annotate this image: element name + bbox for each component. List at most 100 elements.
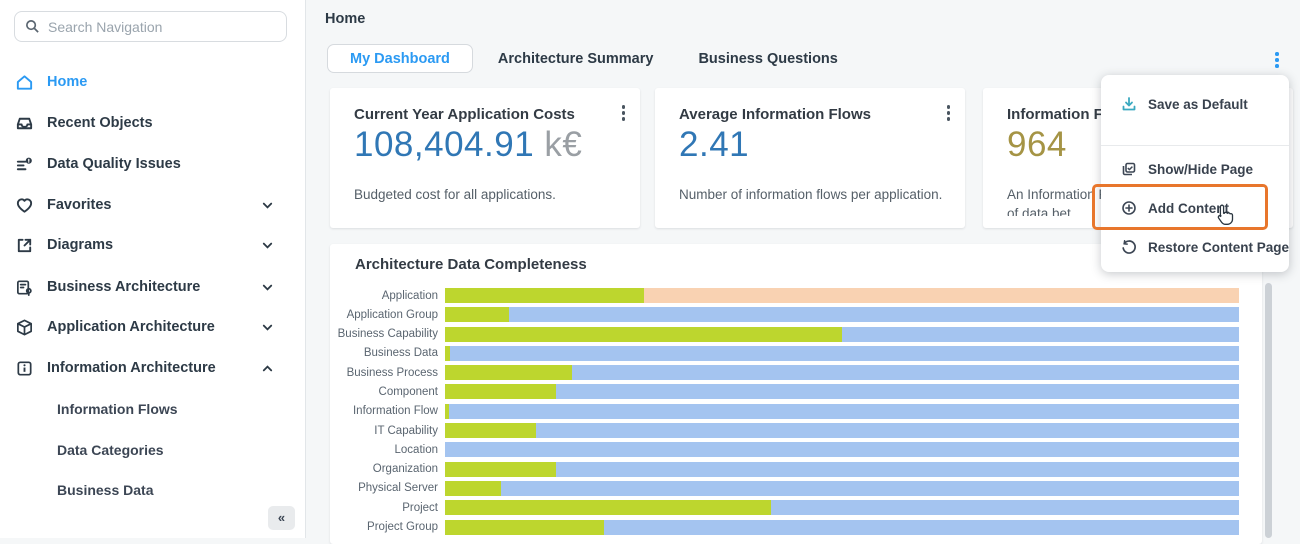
sidebar-item-label: Application Architecture bbox=[47, 319, 215, 335]
chart-row-label: IT Capability bbox=[330, 425, 445, 437]
chart-bar-complete-segment bbox=[445, 327, 842, 342]
home-icon bbox=[14, 72, 34, 92]
chart-bar[interactable] bbox=[445, 462, 1239, 477]
chart-bar[interactable] bbox=[445, 288, 1239, 303]
sidebar-item-data-categories[interactable]: Data Categories bbox=[57, 435, 277, 465]
sidebar-item-data-quality-issues[interactable]: Data Quality Issues bbox=[14, 149, 292, 179]
chart-bar-complete-segment bbox=[445, 365, 572, 380]
card-kebab-icon[interactable] bbox=[944, 102, 954, 124]
sidebar-item-favorites[interactable]: Favorites bbox=[14, 190, 292, 220]
sidebar-item-business-architecture[interactable]: Business Architecture bbox=[14, 272, 292, 302]
chart-bar[interactable] bbox=[445, 346, 1239, 361]
sidebar-subitem-label: Information Flows bbox=[57, 401, 178, 417]
chart-bar-complete-segment bbox=[445, 288, 644, 303]
sidebar-item-label: Home bbox=[47, 74, 87, 90]
chart-bar[interactable] bbox=[445, 500, 1239, 515]
chart-row: Project Group bbox=[330, 520, 1262, 535]
sidebar-collapse-button[interactable]: « bbox=[268, 506, 295, 530]
chart-row-label: Information Flow bbox=[330, 405, 445, 417]
chart-row-label: Project Group bbox=[330, 521, 445, 533]
kpi-card-application-costs: Current Year Application Costs 108,404.9… bbox=[330, 88, 640, 228]
chart-row: Organization bbox=[330, 462, 1262, 477]
chart-row: Information Flow bbox=[330, 404, 1262, 419]
kpi-description: Budgeted cost for all applications. bbox=[354, 185, 556, 204]
chart-bar[interactable] bbox=[445, 384, 1239, 399]
sidebar-item-home[interactable]: Home bbox=[14, 67, 292, 97]
data-quality-icon bbox=[14, 154, 34, 174]
kpi-value: 108,404.91 k€ bbox=[354, 125, 582, 165]
chart-row: IT Capability bbox=[330, 423, 1262, 438]
sidebar-item-diagrams[interactable]: Diagrams bbox=[14, 230, 292, 260]
kpi-value: 2.41 bbox=[679, 125, 749, 165]
chart-bar-complete-segment bbox=[445, 307, 509, 322]
chart-row-label: Business Capability bbox=[330, 328, 445, 340]
show-hide-icon bbox=[1120, 160, 1138, 178]
chart-row-label: Project bbox=[330, 502, 445, 514]
chart-row-label: Organization bbox=[330, 463, 445, 475]
tab-architecture-summary[interactable]: Architecture Summary bbox=[498, 51, 654, 67]
sidebar: Home Recent Objects Data Quality Issues … bbox=[0, 0, 306, 538]
search-input[interactable] bbox=[48, 19, 276, 35]
chart-rows: Application Application Group Business Cap… bbox=[330, 288, 1262, 539]
kpi-description: Number of information flows per applicat… bbox=[679, 185, 942, 204]
chart-row: Project bbox=[330, 500, 1262, 515]
chart-bar[interactable] bbox=[445, 481, 1239, 496]
page-options-menu: Save as Default Show/Hide Page Add Conte… bbox=[1101, 75, 1289, 272]
chart-bar[interactable] bbox=[445, 327, 1239, 342]
chart-bar-complete-segment bbox=[445, 500, 771, 515]
chart-card: Architecture Data Completeness Applicati… bbox=[330, 244, 1262, 544]
chart-row: Physical Server bbox=[330, 481, 1262, 496]
page-title: Home bbox=[325, 11, 365, 27]
chart-row-label: Component bbox=[330, 386, 445, 398]
vertical-scrollbar[interactable] bbox=[1265, 283, 1272, 538]
chart-bar[interactable] bbox=[445, 365, 1239, 380]
page-options-kebab-icon[interactable] bbox=[1272, 49, 1282, 71]
chart-row-label: Business Data bbox=[330, 347, 445, 359]
sidebar-item-business-data[interactable]: Business Data bbox=[57, 475, 277, 505]
chart-bar-complete-segment bbox=[445, 462, 556, 477]
chart-row-label: Application bbox=[330, 290, 445, 302]
chart-bar-complete-segment bbox=[445, 404, 449, 419]
chart-row-label: Business Process bbox=[330, 367, 445, 379]
sidebar-item-label: Favorites bbox=[47, 197, 111, 213]
chart-bar-complete-segment bbox=[445, 346, 450, 361]
search-box[interactable] bbox=[14, 11, 287, 42]
chart-row: Business Capability bbox=[330, 327, 1262, 342]
chart-bar-complete-segment bbox=[445, 481, 501, 496]
menu-divider bbox=[1101, 145, 1289, 146]
sidebar-item-label: Information Architecture bbox=[47, 360, 216, 376]
chart-bar[interactable] bbox=[445, 307, 1239, 322]
chart-bar[interactable] bbox=[445, 423, 1239, 438]
chevron-down-icon[interactable] bbox=[261, 199, 274, 212]
chart-row: Location bbox=[330, 442, 1262, 457]
save-default-icon bbox=[1120, 95, 1138, 113]
menu-item-save-as-default[interactable]: Save as Default bbox=[1101, 90, 1289, 118]
sidebar-subitem-label: Data Categories bbox=[57, 442, 164, 458]
tab-my-dashboard[interactable]: My Dashboard bbox=[327, 44, 473, 73]
chevron-down-icon[interactable] bbox=[261, 239, 274, 252]
chart-row-label: Location bbox=[330, 444, 445, 456]
chart-bar[interactable] bbox=[445, 442, 1239, 457]
tab-business-questions[interactable]: Business Questions bbox=[698, 51, 837, 67]
sidebar-item-information-architecture[interactable]: Information Architecture bbox=[14, 353, 292, 383]
chart-row-label: Application Group bbox=[330, 309, 445, 321]
chevron-down-icon[interactable] bbox=[261, 281, 274, 294]
chart-row: Business Data bbox=[330, 346, 1262, 361]
kpi-description-clipped: of data bet bbox=[1007, 206, 1071, 216]
menu-item-restore-content-page[interactable]: Restore Content Page bbox=[1101, 233, 1289, 261]
sidebar-item-recent-objects[interactable]: Recent Objects bbox=[14, 108, 292, 138]
chart-row: Business Process bbox=[330, 365, 1262, 380]
chart-bar[interactable] bbox=[445, 404, 1239, 419]
sidebar-item-application-architecture[interactable]: Application Architecture bbox=[14, 312, 292, 342]
chart-row: Application Group bbox=[330, 307, 1262, 322]
chevron-down-icon[interactable] bbox=[261, 321, 274, 334]
kpi-unit: k€ bbox=[534, 125, 582, 164]
card-kebab-icon[interactable] bbox=[619, 102, 629, 124]
menu-item-show-hide-page[interactable]: Show/Hide Page bbox=[1101, 155, 1289, 183]
chart-bar[interactable] bbox=[445, 520, 1239, 535]
sidebar-item-information-flows[interactable]: Information Flows bbox=[57, 394, 277, 424]
sidebar-item-label: Recent Objects bbox=[47, 115, 153, 131]
information-architecture-icon bbox=[14, 358, 34, 378]
chevron-up-icon[interactable] bbox=[261, 362, 274, 375]
menu-item-add-content[interactable]: Add Content bbox=[1101, 194, 1289, 222]
